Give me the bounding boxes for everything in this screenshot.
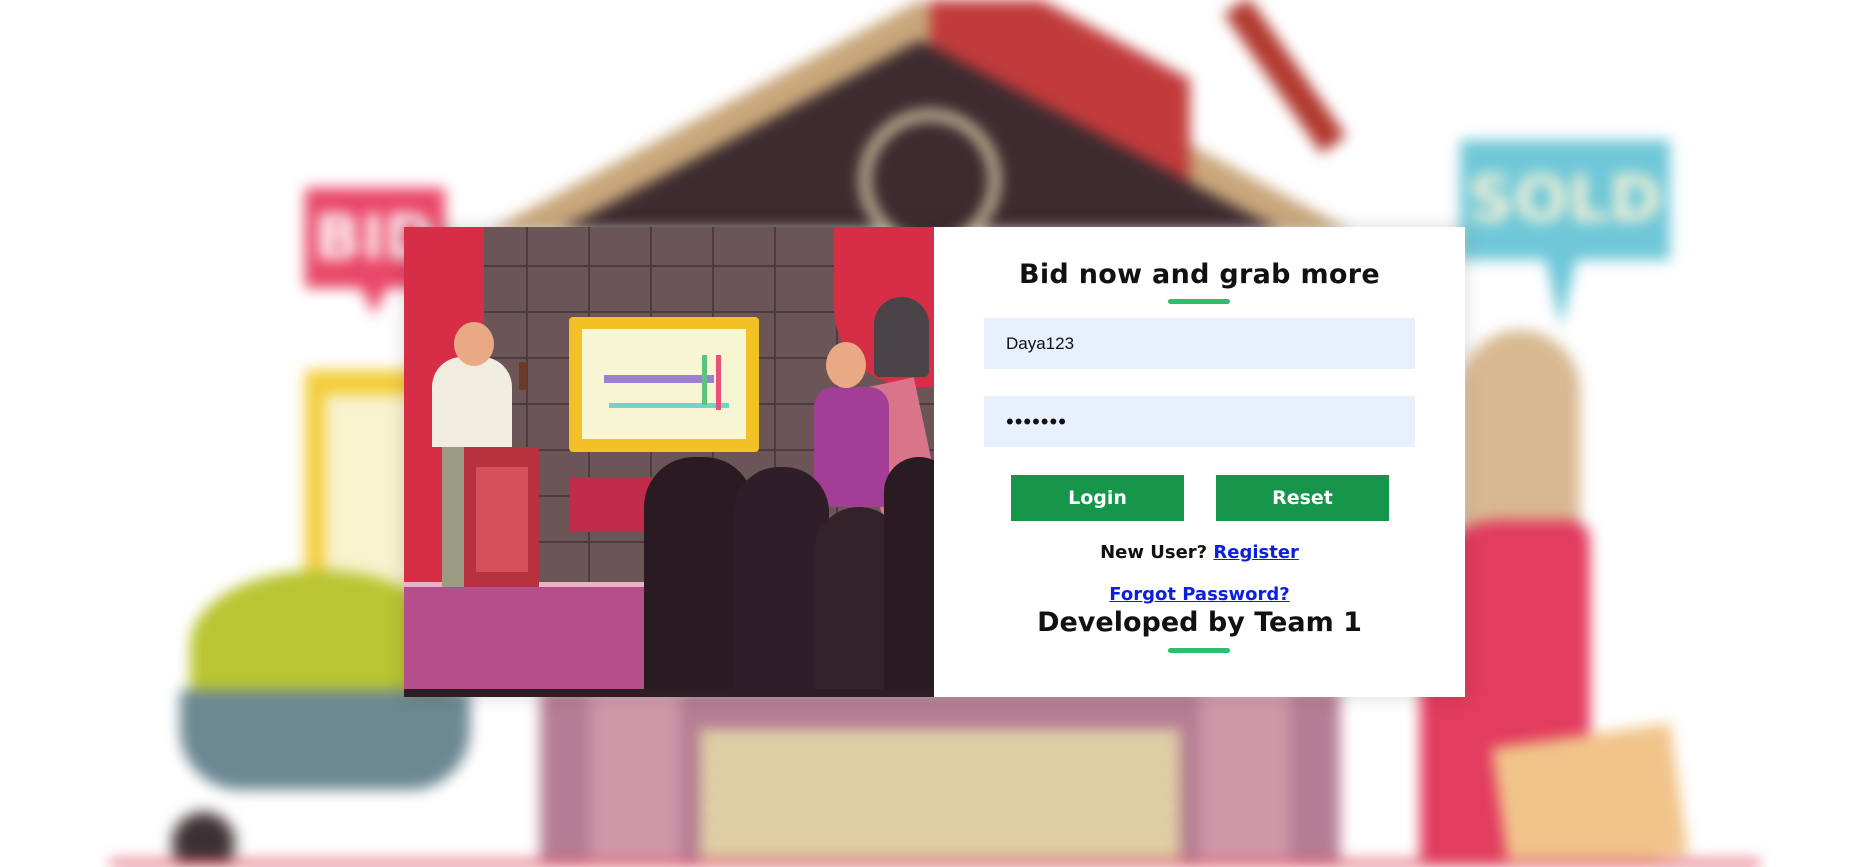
footer-underline xyxy=(1168,648,1230,653)
forgot-row: Forgot Password? xyxy=(934,584,1465,605)
developer-credit: Developed by Team 1 xyxy=(1037,607,1362,638)
username-input[interactable] xyxy=(984,318,1415,369)
password-input[interactable] xyxy=(984,396,1415,447)
login-form: Bid now and grab more Login Reset New Us… xyxy=(934,227,1465,697)
sold-sign: SOLD xyxy=(1460,140,1670,260)
heading-underline xyxy=(1168,299,1230,304)
register-link[interactable]: Register xyxy=(1213,542,1299,563)
new-user-row: New User? Register xyxy=(934,542,1465,563)
form-heading: Bid now and grab more xyxy=(1018,259,1381,290)
forgot-password-link[interactable]: Forgot Password? xyxy=(1109,584,1289,605)
auction-illustration xyxy=(404,227,934,697)
new-user-label: New User? xyxy=(1100,542,1208,563)
reset-button[interactable]: Reset xyxy=(1216,475,1389,521)
login-card: Bid now and grab more Login Reset New Us… xyxy=(404,227,1465,697)
login-button[interactable]: Login xyxy=(1011,475,1184,521)
